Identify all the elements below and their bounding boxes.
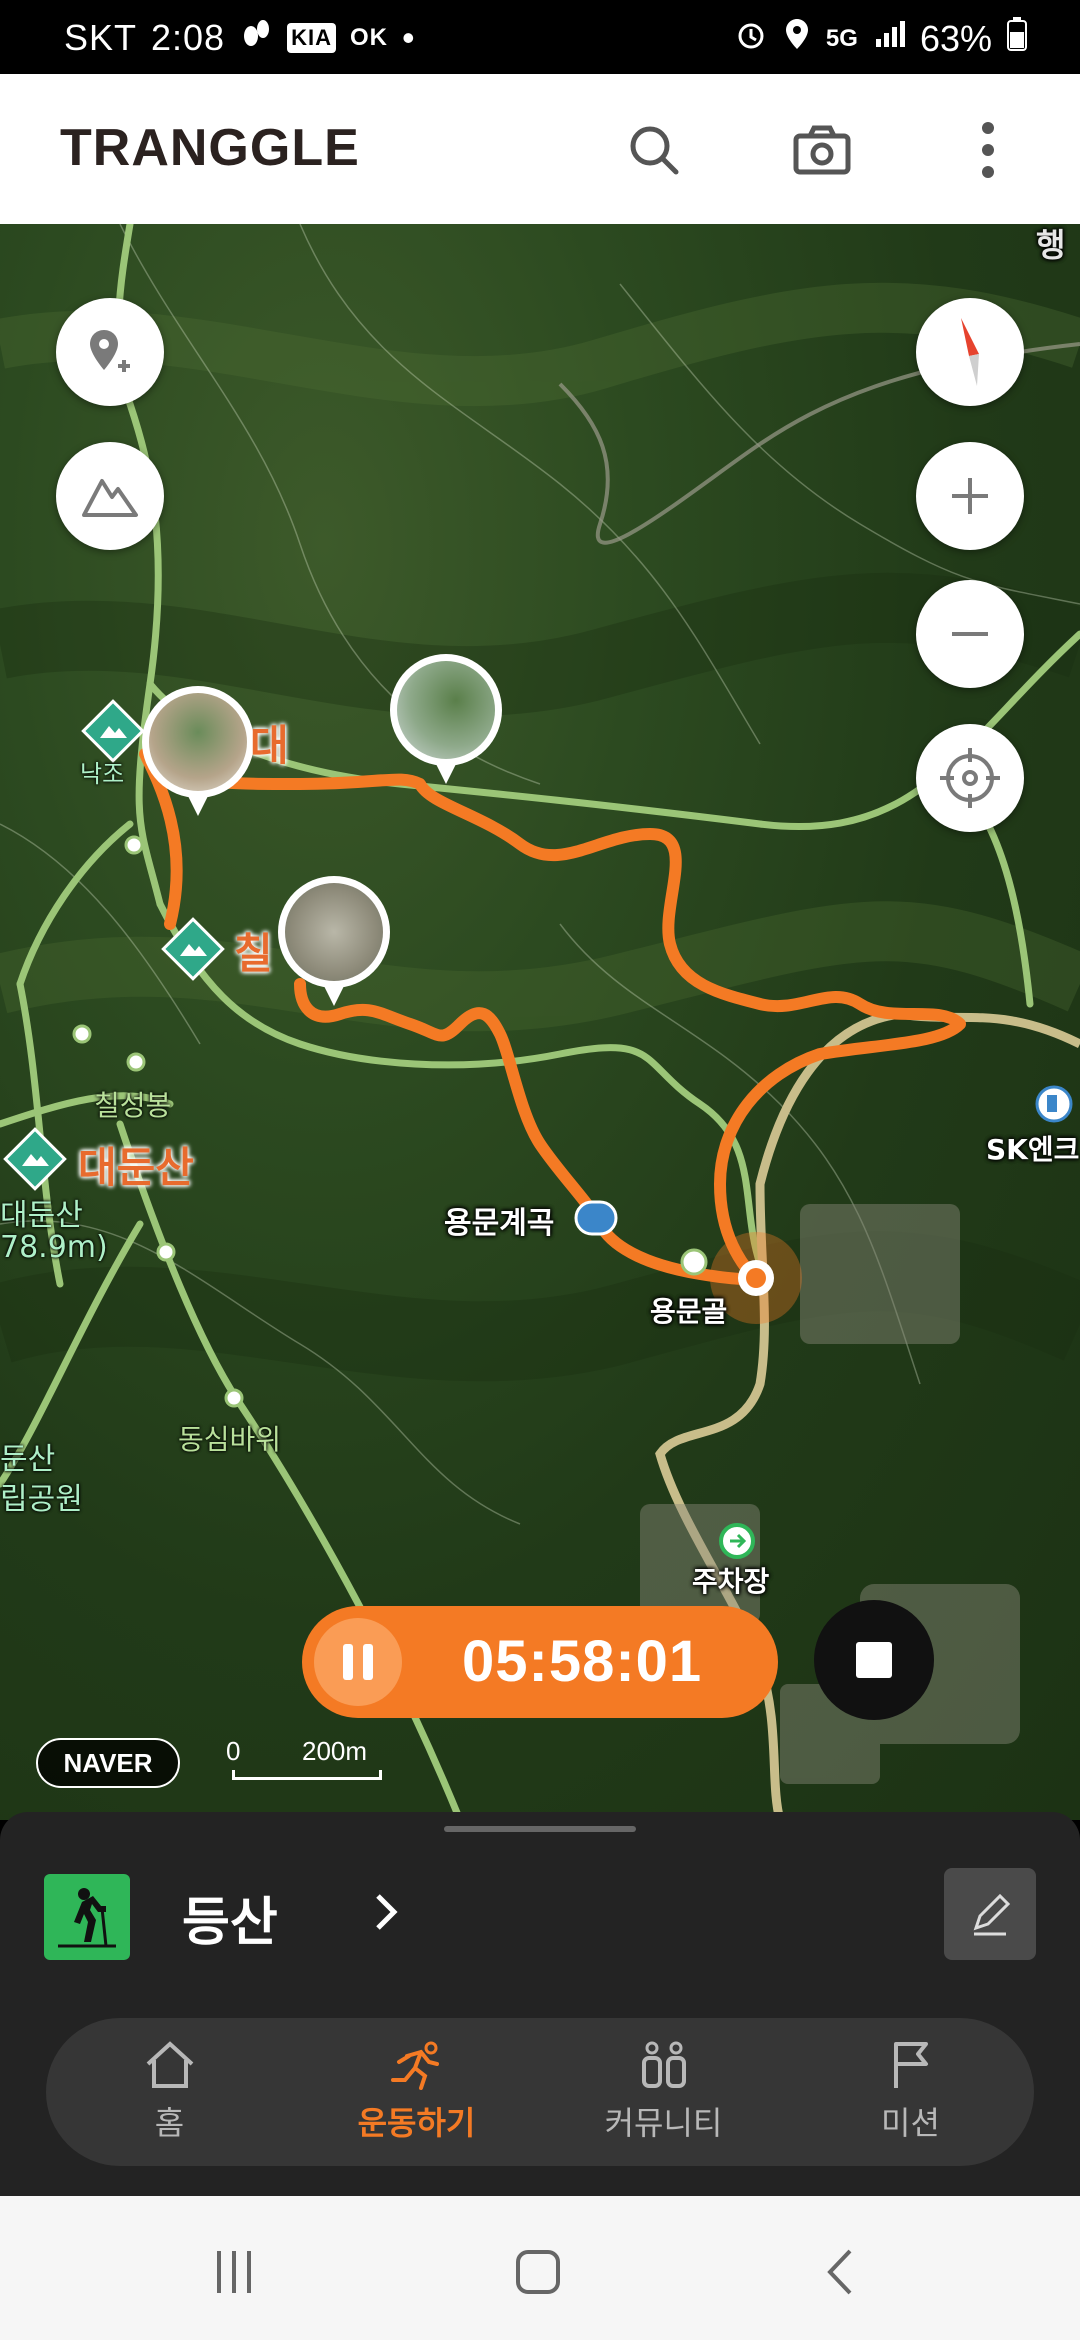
label-park-1: 둔산 — [0, 1442, 56, 1477]
activity-name[interactable]: 등산 — [182, 1880, 278, 1955]
gas-station-icon[interactable] — [1034, 1084, 1074, 1124]
scale-label: 200m — [302, 1736, 368, 1766]
map-view[interactable]: 대 칠 낙조 칠성봉 대둔산 대둔산 78.9m) 둔산 립공원 용문계곡 용문… — [0, 224, 1080, 1820]
camera-button[interactable] — [784, 112, 860, 188]
hiking-icon — [44, 1874, 130, 1960]
label-yongmun-valley: 용문계곡 — [444, 1206, 555, 1241]
app-bar: TRANGGLE — [0, 74, 1080, 224]
parking-poi-icon[interactable] — [718, 1522, 756, 1560]
label-nakjo: 낙조 — [80, 760, 125, 788]
pencil-icon — [973, 1893, 1011, 1936]
home-icon — [146, 2041, 193, 2088]
footprint-icon — [239, 16, 273, 59]
label-dongsim-rock: 동심바위 — [178, 1423, 282, 1456]
running-icon — [390, 2041, 439, 2090]
label-daedunsan-partial: 대둔산 — [0, 1198, 83, 1233]
sheet-handle[interactable] — [444, 1826, 636, 1832]
tab-community[interactable]: 커뮤니티 — [540, 2018, 787, 2166]
location-icon — [782, 17, 812, 60]
tab-community-label: 커뮤니티 — [604, 2104, 723, 2142]
photo-pin-1[interactable] — [142, 686, 254, 816]
add-pin-icon — [90, 330, 130, 372]
locate-button[interactable] — [916, 724, 1024, 832]
naver-logo: NAVER — [36, 1738, 180, 1788]
zoom-out-button[interactable] — [916, 580, 1024, 688]
back-button[interactable] — [810, 2242, 870, 2302]
label-peak-top: 대 — [250, 721, 289, 770]
zoom-in-button[interactable] — [916, 442, 1024, 550]
alarm-icon — [734, 17, 768, 60]
label-sk-energy: SK엔크 — [986, 1133, 1080, 1166]
label-parking: 주차장 — [692, 1565, 770, 1598]
battery-icon — [1006, 16, 1028, 61]
label-peak-chil: 칠 — [234, 929, 273, 978]
photo-pin-3[interactable] — [278, 876, 390, 1006]
recents-button[interactable] — [204, 2242, 264, 2302]
label-chilseongbong: 칠성봉 — [94, 1089, 172, 1122]
peak-marker-chil[interactable] — [158, 914, 228, 984]
zoom-out-icon — [952, 632, 988, 636]
map-scale: 0 200m — [226, 1736, 382, 1780]
camera-icon — [793, 125, 851, 175]
label-elevation: 78.9m) — [0, 1230, 108, 1265]
carrier: SKT — [64, 16, 138, 58]
app-logo: TRANGGLE — [60, 119, 360, 177]
home-nav-button[interactable] — [508, 2242, 568, 2302]
edit-button[interactable] — [944, 1868, 1036, 1960]
label-daedunsan: 대둔산 — [78, 1143, 194, 1192]
battery-level: 63% — [919, 17, 992, 59]
clock: 2:08 — [151, 16, 226, 58]
tab-exercise-label: 운동하기 — [357, 2104, 476, 2142]
system-navigation — [0, 2196, 1080, 2340]
locate-icon — [940, 748, 1000, 808]
more-button[interactable] — [950, 112, 1026, 188]
pause-button[interactable] — [314, 1618, 402, 1706]
flag-icon — [893, 2042, 928, 2088]
status-bar: SKT 2:08 KIA OK • 5G 63% — [0, 0, 1080, 74]
back-icon — [827, 2249, 852, 2295]
bottom-tab-bar: 홈 운동하기 커뮤니티 미션 — [46, 2018, 1034, 2166]
tab-home[interactable]: 홈 — [46, 2018, 293, 2166]
add-pin-button[interactable] — [56, 298, 164, 406]
chevron-right-icon[interactable] — [372, 1890, 402, 1945]
search-icon — [630, 126, 679, 175]
dot-icon: • — [401, 16, 416, 58]
compass-button[interactable] — [916, 298, 1024, 406]
tab-mission[interactable]: 미션 — [787, 2018, 1034, 2166]
compass-icon — [961, 318, 979, 386]
tab-exercise[interactable]: 운동하기 — [293, 2018, 540, 2166]
activity-sheet: 등산 홈 운동하기 커뮤니티 미션 — [0, 1812, 1080, 2196]
ok-cashbag-icon: OK — [349, 23, 388, 51]
valley-poi-icon[interactable] — [574, 1200, 618, 1236]
mountain-icon — [82, 479, 138, 517]
photo-pin-2[interactable] — [390, 654, 502, 784]
tab-mission-label: 미션 — [881, 2104, 940, 2142]
zoom-in-icon — [952, 478, 988, 514]
mountain-button[interactable] — [56, 442, 164, 550]
stop-button[interactable] — [814, 1600, 934, 1720]
more-vert-icon — [982, 122, 994, 178]
home-button-icon — [516, 2250, 560, 2294]
stop-icon — [856, 1642, 892, 1678]
recording-timer: 05:58:01 — [302, 1606, 778, 1718]
label-top-right: 행 — [1036, 226, 1066, 264]
label-yongmungol: 용문골 — [650, 1295, 728, 1328]
label-park-2: 립공원 — [0, 1482, 83, 1517]
kia-connect-icon: KIA — [287, 22, 336, 53]
signal-icon — [872, 17, 906, 60]
scale-zero: 0 — [226, 1736, 241, 1766]
map-base — [0, 224, 1080, 1820]
elapsed-time: 05:58:01 — [462, 1629, 703, 1694]
network-icon: 5G — [825, 24, 858, 52]
recents-icon — [217, 2251, 251, 2293]
peak-marker-daedunsan[interactable] — [0, 1124, 70, 1194]
tab-home-label: 홈 — [154, 2104, 185, 2142]
community-icon — [641, 2041, 686, 2088]
search-button[interactable] — [616, 112, 692, 188]
